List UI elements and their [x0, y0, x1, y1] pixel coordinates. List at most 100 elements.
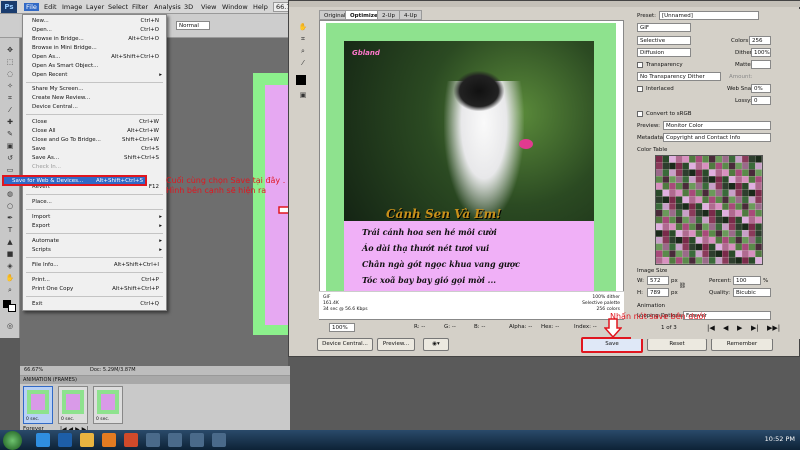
ie-icon[interactable] [36, 433, 50, 447]
menu-edit[interactable]: Edit [44, 3, 57, 11]
menu-item-file-info[interactable]: File Info... Alt+Shift+Ctrl+I [32, 261, 163, 269]
dodge-tool-icon[interactable]: ○ [3, 202, 17, 211]
ps-taskbar-icon[interactable] [58, 433, 72, 447]
menu-analysis[interactable]: Analysis [154, 3, 181, 11]
menu-file[interactable]: File [24, 3, 39, 11]
menu-item-print-one-copy[interactable]: Print One Copy Alt+Shift+Ctrl+P [32, 285, 163, 293]
app-taskbar-icon[interactable] [168, 433, 182, 447]
type-tool-icon[interactable]: T [3, 226, 17, 235]
folder-icon[interactable] [80, 433, 94, 447]
menu-item-close-all[interactable]: Close All Alt+Ctrl+W [32, 127, 163, 135]
menu-select[interactable]: Select [108, 3, 128, 11]
menu-item-import[interactable]: Import ▸ [32, 213, 163, 221]
dither-algorithm-select[interactable]: Diffusion [637, 48, 691, 57]
convert-srgb-checkbox[interactable] [637, 111, 643, 117]
menu-item-open-smart-object[interactable]: Open As Smart Object... [32, 62, 163, 70]
menu-item-save[interactable]: Save Ctrl+S [32, 145, 163, 153]
stamp-tool-icon[interactable]: ▣ [3, 142, 17, 151]
colors-input[interactable]: 256 [749, 36, 771, 45]
menu-item-print[interactable]: Print... Ctrl+P [32, 276, 163, 284]
menu-item-create-review[interactable]: Create New Review... [32, 94, 163, 102]
menu-item-browse-mini-bridge[interactable]: Browse in Mini Bridge... [32, 44, 163, 52]
animation-frame[interactable]: 0 sec. [58, 386, 88, 424]
last-frame-icon[interactable]: ▶▶| [767, 324, 780, 332]
chrome-icon[interactable] [124, 433, 138, 447]
zoom-tool-icon[interactable]: ⌕ [3, 286, 17, 295]
start-button[interactable] [3, 431, 22, 450]
menu-item-open-as[interactable]: Open As... Alt+Shift+Ctrl+O [32, 53, 163, 61]
zoom-tool-icon[interactable]: ⌕ [296, 47, 310, 56]
hand-tool-icon[interactable]: ✋ [296, 23, 310, 32]
move-tool-icon[interactable]: ✥ [3, 46, 17, 55]
remember-button[interactable]: Remember [711, 338, 773, 351]
width-input[interactable]: 572 [647, 276, 669, 285]
animation-frame[interactable]: 0 sec. [93, 386, 123, 424]
menu-image[interactable]: Image [62, 3, 82, 11]
app-taskbar-icon[interactable] [190, 433, 204, 447]
menu-item-device-central[interactable]: Device Central... [32, 103, 163, 111]
color-table-grid[interactable] [655, 155, 763, 265]
brush-tool-icon[interactable]: ✎ [3, 130, 17, 139]
eyedropper-color-swatch[interactable] [296, 75, 306, 85]
healing-tool-icon[interactable]: ✚ [3, 118, 17, 127]
play-icon[interactable]: ▶ [737, 324, 742, 332]
percent-input[interactable]: 100 [733, 276, 761, 285]
hand-tool-icon[interactable]: ✋ [3, 274, 17, 283]
pen-tool-icon[interactable]: ✒ [3, 214, 17, 223]
transparency-checkbox[interactable] [637, 62, 643, 68]
eraser-tool-icon[interactable]: ▭ [3, 166, 17, 175]
first-frame-icon[interactable]: |◀ [707, 324, 715, 332]
mode-select[interactable]: Normal [176, 21, 210, 30]
menu-3d[interactable]: 3D [184, 3, 193, 11]
reduction-select[interactable]: Selective [637, 36, 691, 45]
quick-mask-icon[interactable]: ◎ [3, 322, 17, 331]
tab-4up[interactable]: 4-Up [399, 10, 423, 20]
prev-frame-icon[interactable]: ◀ [723, 324, 728, 332]
menu-item-open[interactable]: Open... Ctrl+O [32, 26, 163, 34]
menu-item-close[interactable]: Close Ctrl+W [32, 118, 163, 126]
preview-color-select[interactable]: Monitor Color [663, 121, 771, 130]
marquee-tool-icon[interactable]: ⬚ [3, 58, 17, 67]
history-brush-icon[interactable]: ↺ [3, 154, 17, 163]
animation-frame[interactable]: 0 sec. [23, 386, 53, 424]
menu-item-scripts[interactable]: Scripts ▸ [32, 246, 163, 254]
background-color-swatch[interactable] [8, 304, 16, 312]
path-select-icon[interactable]: ▲ [3, 238, 17, 247]
preset-select[interactable]: [Unnamed] [659, 11, 759, 20]
constrain-link-icon[interactable]: ⛓ [679, 283, 686, 289]
menu-help[interactable]: Help [253, 3, 268, 11]
eyedropper-tool-icon[interactable]: ⁄ [296, 59, 310, 68]
quality-select[interactable]: Bicubic [733, 288, 771, 297]
browser-select-button[interactable]: ◉▾ [423, 338, 449, 351]
menu-item-new[interactable]: New... Ctrl+N [32, 17, 163, 25]
format-select[interactable]: GIF [637, 23, 691, 32]
web-snap-input[interactable]: 0% [751, 84, 771, 93]
crop-tool-icon[interactable]: ⌗ [3, 94, 17, 103]
shape-tool-icon[interactable]: ■ [3, 250, 17, 259]
device-central-button[interactable]: Device Central... [317, 338, 373, 351]
menu-item-automate[interactable]: Automate ▸ [32, 237, 163, 245]
menu-item-open-recent[interactable]: Open Recent ▸ [32, 71, 163, 79]
height-input[interactable]: 789 [647, 288, 669, 297]
menu-item-share-screen[interactable]: Share My Screen... [32, 85, 163, 93]
menu-item-save-for-web[interactable]: Save for Web & Devices... Alt+Shift+Ctrl… [2, 175, 147, 186]
metadata-select[interactable]: Copyright and Contact Info [663, 133, 771, 142]
app-taskbar-icon[interactable] [146, 433, 160, 447]
menu-filter[interactable]: Filter [132, 3, 148, 11]
menu-window[interactable]: Window [222, 3, 248, 11]
save-button[interactable]: Save [581, 337, 643, 353]
wand-tool-icon[interactable]: ✧ [3, 82, 17, 91]
eyedropper-tool-icon[interactable]: ⁄ [3, 106, 17, 115]
menu-item-save-as[interactable]: Save As... Shift+Ctrl+S [32, 154, 163, 162]
lasso-tool-icon[interactable]: ◌ [3, 70, 17, 79]
menu-item-browse-bridge[interactable]: Browse in Bridge... Alt+Ctrl+O [32, 35, 163, 43]
menu-item-place[interactable]: Place... [32, 198, 163, 206]
menu-item-close-go-bridge[interactable]: Close and Go To Bridge... Shift+Ctrl+W [32, 136, 163, 144]
toggle-slices-icon[interactable]: ▣ [296, 91, 310, 100]
media-player-icon[interactable] [102, 433, 116, 447]
reset-button[interactable]: Reset [647, 338, 707, 351]
system-clock[interactable]: 10:52 PM [765, 435, 795, 443]
lossy-input[interactable]: 0 [751, 96, 771, 105]
slice-select-icon[interactable]: ⌗ [296, 35, 310, 44]
next-frame-icon[interactable]: ▶| [751, 324, 759, 332]
